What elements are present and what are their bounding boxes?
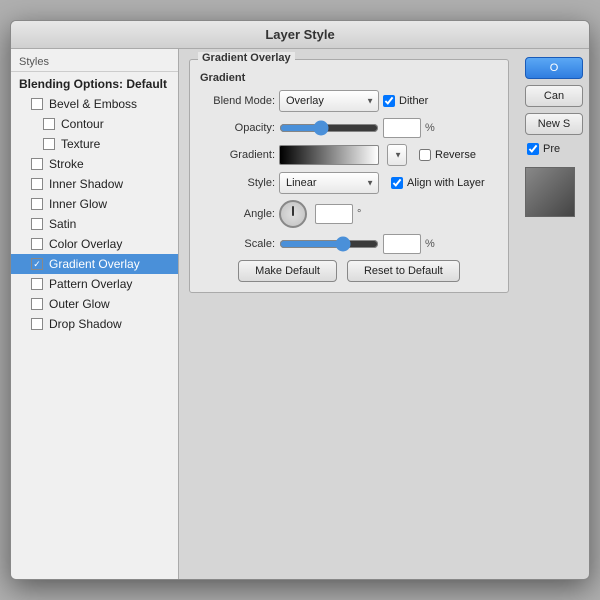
sidebar-item-pattern-overlay[interactable]: Pattern Overlay	[11, 274, 178, 294]
default-buttons-row: Make Default Reset to Default	[200, 260, 498, 282]
sidebar-item-label: Contour	[61, 117, 104, 131]
angle-dial[interactable]	[279, 200, 307, 228]
align-layer-checkbox[interactable]	[391, 177, 403, 189]
dither-text: Dither	[399, 95, 428, 107]
contour-checkbox[interactable]	[43, 118, 55, 130]
reverse-text: Reverse	[435, 149, 476, 161]
align-layer-text: Align with Layer	[407, 177, 485, 189]
bevel-emboss-checkbox[interactable]	[31, 98, 43, 110]
opacity-label: Opacity:	[200, 122, 275, 134]
style-select[interactable]: Linear	[279, 172, 379, 194]
sidebar-item-drop-shadow[interactable]: Drop Shadow	[11, 314, 178, 334]
cancel-button[interactable]: Can	[525, 85, 583, 107]
sidebar-item-bevel-emboss[interactable]: Bevel & Emboss	[11, 94, 178, 114]
sidebar-item-color-overlay[interactable]: Color Overlay	[11, 234, 178, 254]
scale-label: Scale:	[200, 238, 275, 250]
layer-style-dialog: Layer Style Styles Blending Options: Def…	[10, 20, 590, 580]
scale-value[interactable]: 100	[383, 234, 421, 254]
align-layer-label[interactable]: Align with Layer	[391, 177, 485, 189]
sidebar-item-label: Satin	[49, 217, 76, 231]
sidebar-item-contour[interactable]: Contour	[11, 114, 178, 134]
dither-checkbox[interactable]	[383, 95, 395, 107]
ok-button[interactable]: O	[525, 57, 583, 79]
styles-header: Styles	[11, 53, 178, 72]
preview-box	[525, 167, 575, 217]
opacity-value[interactable]: 40	[383, 118, 421, 138]
main-content: Gradient Overlay Gradient Blend Mode: Ov…	[179, 49, 519, 579]
scale-slider[interactable]	[279, 236, 379, 252]
dialog-title: Layer Style	[11, 21, 589, 49]
sidebar-item-stroke[interactable]: Stroke	[11, 154, 178, 174]
sidebar-item-label: Drop Shadow	[49, 317, 122, 331]
style-label: Style:	[200, 177, 275, 189]
reset-default-button[interactable]: Reset to Default	[347, 260, 460, 282]
style-row: Style: Linear Align with Layer	[200, 172, 498, 194]
opacity-slider[interactable]	[279, 120, 379, 136]
style-select-wrapper: Linear	[279, 172, 379, 194]
sidebar-item-texture[interactable]: Texture	[11, 134, 178, 154]
inner-shadow-checkbox[interactable]	[31, 178, 43, 190]
gradient-row: Gradient: Reverse	[200, 144, 498, 166]
inner-glow-checkbox[interactable]	[31, 198, 43, 210]
scale-row: Scale: 100 %	[200, 234, 498, 254]
sidebar-item-blending-options[interactable]: Blending Options: Default	[11, 74, 178, 94]
angle-row: Angle: 90 °	[200, 200, 498, 228]
preview-text: Pre	[543, 143, 560, 155]
blend-mode-select[interactable]: Overlay	[279, 90, 379, 112]
reverse-label[interactable]: Reverse	[419, 149, 476, 161]
opacity-unit: %	[425, 122, 435, 134]
styles-label: Styles	[19, 56, 49, 68]
reverse-checkbox[interactable]	[419, 149, 431, 161]
sidebar-item-label: Outer Glow	[49, 297, 110, 311]
texture-checkbox[interactable]	[43, 138, 55, 150]
sidebar-item-inner-glow[interactable]: Inner Glow	[11, 194, 178, 214]
angle-unit: °	[357, 208, 361, 220]
make-default-button[interactable]: Make Default	[238, 260, 337, 282]
angle-value[interactable]: 90	[315, 204, 353, 224]
blend-mode-label: Blend Mode:	[200, 95, 275, 107]
gradient-dropdown[interactable]	[387, 144, 407, 166]
sidebar-item-satin[interactable]: Satin	[11, 214, 178, 234]
side-buttons-panel: O Can New S Pre	[519, 49, 589, 579]
satin-checkbox[interactable]	[31, 218, 43, 230]
blend-mode-select-wrapper: Overlay	[279, 90, 379, 112]
blend-mode-row: Blend Mode: Overlay Dither	[200, 90, 498, 112]
dialog-title-text: Layer Style	[265, 27, 334, 42]
sidebar-item-label: Bevel & Emboss	[49, 97, 137, 111]
color-overlay-checkbox[interactable]	[31, 238, 43, 250]
sidebar-item-label: Color Overlay	[49, 237, 122, 251]
sidebar-item-label: Blending Options: Default	[19, 77, 167, 91]
gradient-arrow-wrapper	[387, 144, 407, 166]
angle-label: Angle:	[200, 208, 275, 220]
opacity-row: Opacity: 40 %	[200, 118, 498, 138]
sidebar-item-label: Texture	[61, 137, 100, 151]
sidebar-item-label: Gradient Overlay	[49, 257, 140, 271]
pattern-overlay-checkbox[interactable]	[31, 278, 43, 290]
dither-label[interactable]: Dither	[383, 95, 428, 107]
preview-checkbox[interactable]	[527, 143, 539, 155]
drop-shadow-checkbox[interactable]	[31, 318, 43, 330]
gradient-preview[interactable]	[279, 145, 379, 165]
gradient-overlay-section: Gradient Overlay Gradient Blend Mode: Ov…	[189, 59, 509, 293]
gradient-label: Gradient:	[200, 149, 275, 161]
sidebar-item-inner-shadow[interactable]: Inner Shadow	[11, 174, 178, 194]
sidebar-item-label: Inner Shadow	[49, 177, 123, 191]
scale-unit: %	[425, 238, 435, 250]
sidebar-item-label: Inner Glow	[49, 197, 107, 211]
outer-glow-checkbox[interactable]	[31, 298, 43, 310]
section-title: Gradient Overlay	[198, 52, 295, 64]
gradient-overlay-checkbox[interactable]	[31, 258, 43, 270]
sidebar-item-label: Pattern Overlay	[49, 277, 132, 291]
sidebar-item-label: Stroke	[49, 157, 84, 171]
sidebar-item-outer-glow[interactable]: Outer Glow	[11, 294, 178, 314]
sidebar-item-gradient-overlay[interactable]: Gradient Overlay	[11, 254, 178, 274]
left-panel: Styles Blending Options: Default Bevel &…	[11, 49, 179, 579]
new-style-button[interactable]: New S	[525, 113, 583, 135]
gradient-subsection-title: Gradient	[200, 72, 498, 84]
stroke-checkbox[interactable]	[31, 158, 43, 170]
preview-label[interactable]: Pre	[525, 141, 583, 157]
